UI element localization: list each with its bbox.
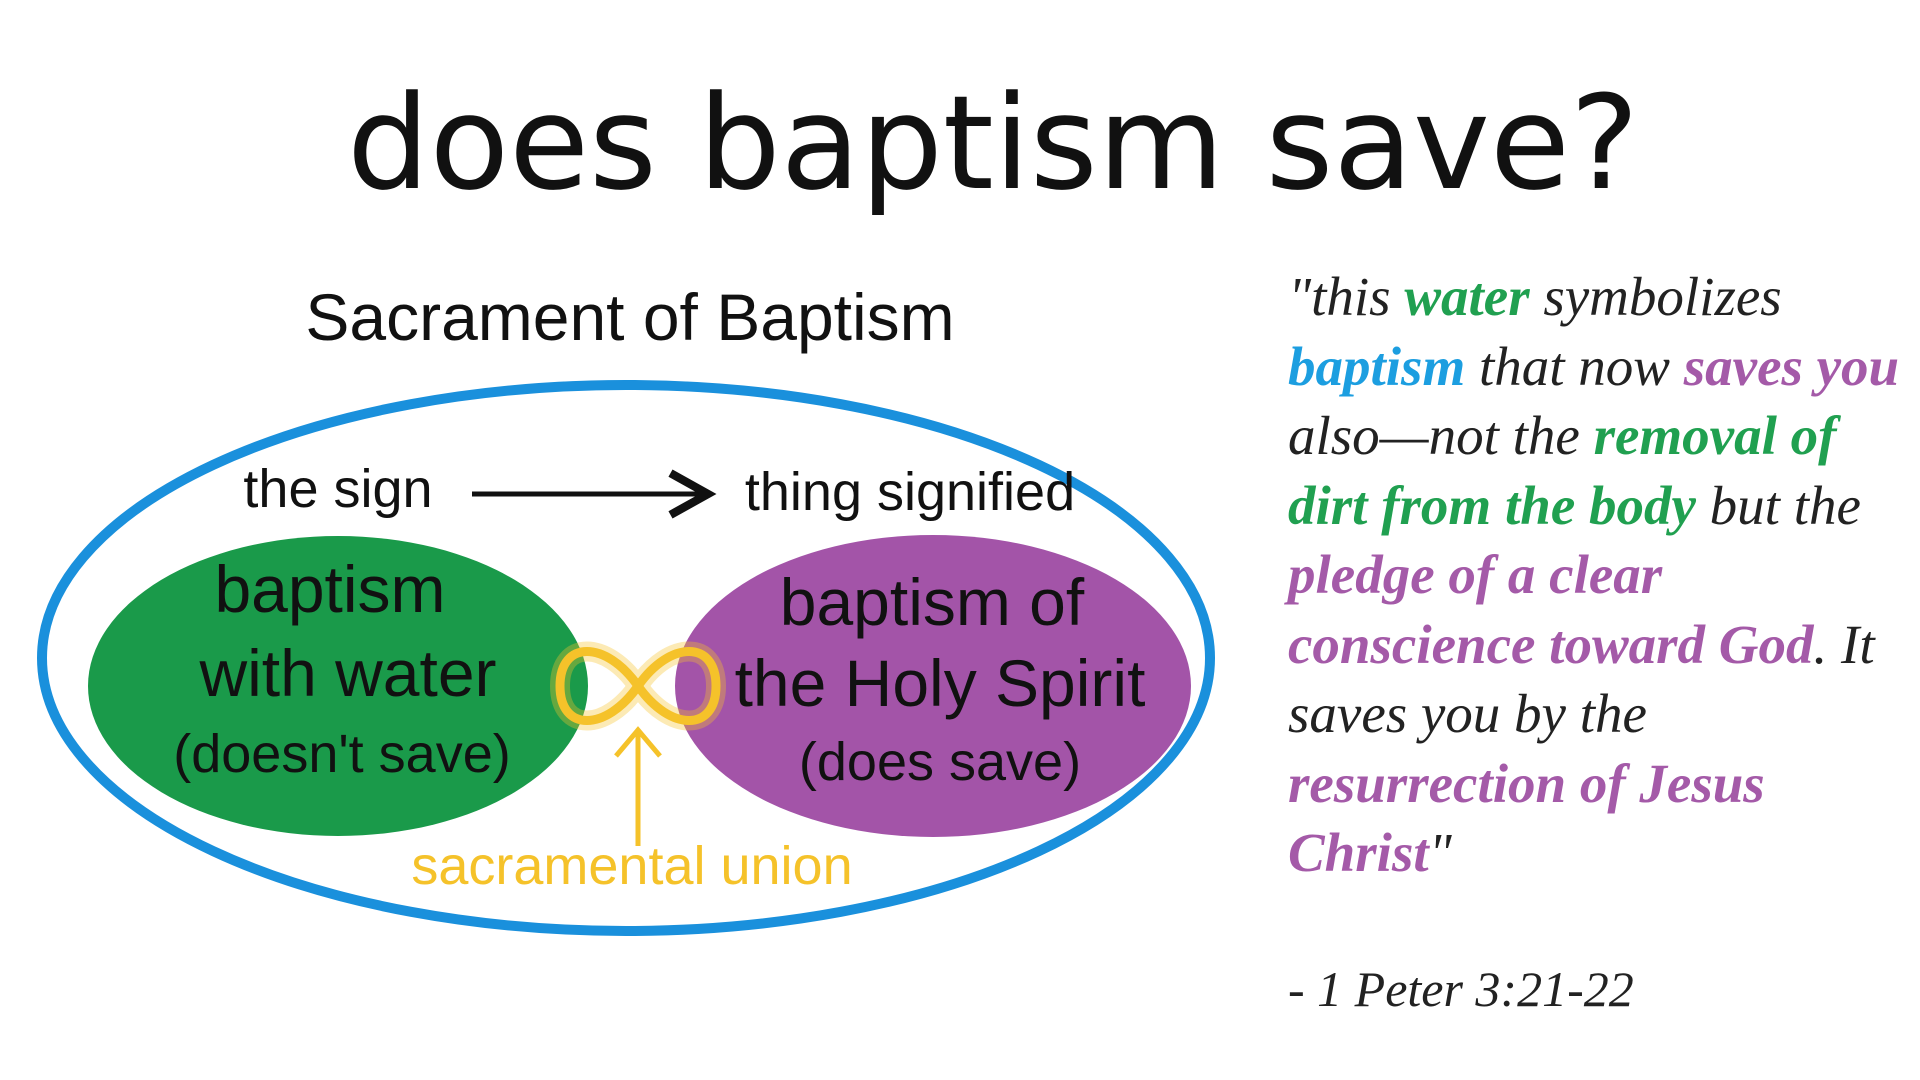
quote-segment: saves you [1683,335,1900,397]
sacrament-diagram: Sacrament of Baptism the sign thing sign… [37,280,1215,936]
quote-segment: resurrection of Jesus Christ [1288,752,1765,884]
spirit-baptism-line1: baptism of [780,565,1085,639]
quote-segment: pledge of a clear conscience toward God [1288,544,1814,675]
union-label: sacramental union [411,836,852,896]
signified-label: thing signified [745,462,1075,522]
quote-segment: but the [1695,474,1861,536]
quote-segment: also—not the [1288,405,1594,466]
water-baptism-line1: baptism [214,552,445,626]
quote-segment: " [1428,822,1452,883]
water-baptism-note: (doesn't save) [173,724,510,784]
water-baptism-line2: with water [198,636,496,710]
scripture-citation: - 1 Peter 3:21-22 [1288,961,1634,1017]
quote-segment: that now [1465,335,1684,397]
scripture-quote: "this water symbolizes baptism that now … [1288,262,1918,888]
quote-segment: "this [1288,266,1405,327]
quote-segment: symbolizes [1529,266,1782,327]
quote-segment: water [1404,266,1530,327]
quote-segment: baptism [1288,335,1466,397]
spirit-baptism-note: (does save) [799,732,1081,792]
diagram-heading: Sacrament of Baptism [305,280,954,354]
spirit-baptism-line2: the Holy Spirit [735,646,1146,720]
sign-label: the sign [243,459,432,519]
